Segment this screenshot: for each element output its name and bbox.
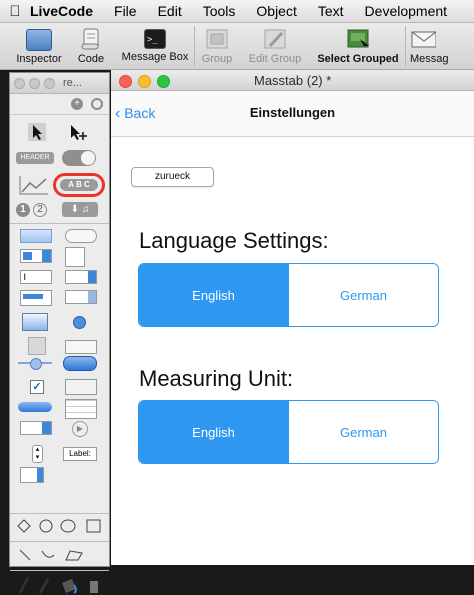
menu-livecode[interactable]: LiveCode [30, 3, 93, 19]
select-grouped-label: Select Grouped [317, 53, 399, 65]
menu-tools[interactable]: Tools [203, 3, 236, 19]
player-tool-icon[interactable]: ▶ [72, 421, 88, 437]
graphic-tool-icon[interactable] [28, 337, 46, 355]
message-box-button[interactable]: >_ Message Box [120, 23, 190, 63]
stepper-tool-icon[interactable]: ▴ ▾ [32, 445, 43, 463]
measuring-option-english[interactable]: English [139, 401, 288, 463]
menu-object[interactable]: Object [256, 3, 296, 19]
zurueck-button[interactable]: zurueck [131, 167, 214, 187]
pill-button-tool-icon[interactable] [63, 356, 97, 371]
button-tool-icon[interactable] [20, 229, 52, 243]
measuring-unit-heading: Measuring Unit: [139, 366, 294, 391]
zoom-icon[interactable] [44, 77, 55, 89]
window-titlebar[interactable]: Masstab (2) * [111, 70, 474, 91]
language-option-german[interactable]: German [288, 264, 438, 326]
close-icon[interactable] [14, 77, 25, 89]
slider-tool-icon[interactable] [18, 358, 52, 370]
arrow-pointer-icon[interactable] [28, 123, 46, 141]
scrollbar-tool-icon[interactable] [20, 467, 44, 483]
language-settings-heading: Language Settings: [139, 228, 329, 253]
progress-bar-tool-icon[interactable] [18, 402, 52, 412]
navigation-bar: ‹ Back Einstellungen [111, 91, 474, 137]
table-tool-icon[interactable] [65, 399, 97, 419]
edit-group-label: Edit Group [248, 53, 302, 65]
number-two-icon[interactable]: 2 [33, 203, 47, 217]
stack-window: Masstab (2) * ‹ Back Einstellungen zurue… [111, 70, 474, 565]
gear-icon[interactable] [91, 98, 103, 110]
inspector-label: Inspector [16, 53, 62, 65]
language-segmented-control: English German [138, 263, 439, 327]
line-graph-icon[interactable] [18, 174, 50, 196]
shape-tools-icon[interactable] [16, 518, 104, 534]
menu-edit[interactable]: Edit [158, 3, 182, 19]
palette-header: + [10, 94, 109, 115]
group-icon [206, 29, 228, 49]
header-widget-icon[interactable]: HEADER [16, 152, 54, 164]
radio-button-tool-icon[interactable] [73, 316, 86, 329]
tab-panel-tool-icon[interactable] [65, 340, 97, 354]
scrolling-list-tool-icon[interactable] [65, 379, 97, 395]
message-button[interactable]: Messag [410, 23, 450, 65]
menubar:  LiveCode File Edit Tools Object Text D… [0, 0, 474, 23]
palette-divider [10, 570, 109, 571]
option-menu-tool-icon[interactable] [20, 249, 52, 263]
palette-titlebar[interactable]: re... [10, 73, 109, 94]
list-field-tool-icon[interactable] [20, 290, 52, 306]
zoom-icon[interactable] [157, 75, 170, 88]
minimize-icon[interactable] [138, 75, 151, 88]
edit-group-button[interactable]: Edit Group [245, 23, 305, 65]
message-box-label: Message Box [121, 51, 189, 63]
code-button[interactable]: Code [74, 23, 108, 65]
checkbox-tool-icon[interactable]: ✓ [30, 380, 44, 394]
code-label: Code [77, 53, 105, 65]
menu-file[interactable]: File [114, 3, 137, 19]
group-label: Group [201, 53, 233, 65]
plus-icon[interactable]: + [71, 98, 83, 110]
toolbar-divider [194, 26, 195, 66]
measuring-segmented-control: English German [138, 400, 439, 464]
inspector-icon [26, 29, 52, 51]
menu-text[interactable]: Text [318, 3, 344, 19]
group-button[interactable]: Group [199, 23, 235, 65]
window-title: Masstab (2) * [254, 73, 332, 88]
minimize-icon[interactable] [29, 77, 40, 89]
language-option-english[interactable]: English [139, 264, 288, 326]
tools-palette: re... + HEADER A B C 1 2 ⬇ ♫ I ✓ ▶ ▴ ▾ L… [9, 72, 110, 594]
edit-group-icon [264, 29, 286, 49]
message-label: Messag [410, 53, 449, 65]
palette-divider [10, 513, 109, 514]
spinner-field-tool-icon[interactable] [65, 290, 97, 304]
envelope-icon [411, 31, 436, 48]
apple-icon[interactable]:  [0, 3, 30, 20]
rounded-button-tool-icon[interactable] [65, 229, 97, 243]
segmented-control-icon[interactable]: A B C [60, 179, 98, 191]
field-tool-icon[interactable]: I [20, 270, 52, 284]
select-grouped-button[interactable]: Select Grouped [315, 23, 401, 65]
measuring-option-german[interactable]: German [288, 401, 438, 463]
select-grouped-icon [347, 29, 369, 50]
navigation-bar-icon[interactable]: ⬇ ♫ [62, 202, 98, 217]
switch-widget-icon[interactable] [62, 150, 96, 166]
palette-divider [10, 541, 109, 542]
combo-box-tool-icon[interactable] [65, 270, 97, 284]
menu-development[interactable]: Development [365, 3, 448, 19]
toolbar: Inspector Code >_ Message Box Group Edit… [0, 23, 474, 70]
paint-tools-icon[interactable] [16, 575, 104, 595]
popup-menu-tool-icon[interactable] [20, 421, 52, 435]
menu-button-tool-icon[interactable] [22, 313, 48, 331]
palette-title: re... [63, 77, 82, 89]
label-tool-icon[interactable]: Label: [63, 447, 97, 461]
image-tool-icon[interactable] [65, 247, 85, 267]
page-title: Einstellungen [249, 105, 336, 120]
line-tools-icon[interactable] [16, 547, 88, 563]
code-scroll-icon [81, 28, 99, 50]
inspector-button[interactable]: Inspector [12, 23, 66, 65]
number-one-icon[interactable]: 1 [16, 203, 30, 217]
palette-divider [10, 223, 109, 224]
browse-pointer-icon[interactable] [68, 123, 88, 141]
toolbar-divider [405, 26, 406, 66]
terminal-icon: >_ [144, 29, 166, 49]
close-icon[interactable] [119, 75, 132, 88]
